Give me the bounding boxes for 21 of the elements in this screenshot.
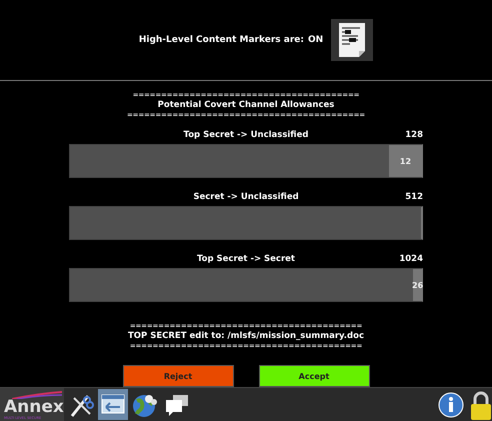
chat-bubbles-icon	[164, 392, 190, 416]
info-icon[interactable]	[438, 392, 464, 418]
channel-limit: 1024	[399, 254, 423, 264]
channel-limit: 512	[405, 192, 423, 202]
logo-text: Annex	[4, 398, 64, 416]
document-icon	[331, 19, 374, 61]
used-count: 26	[412, 280, 424, 290]
content-markers-label: High-Level Content Markers are:	[138, 35, 304, 45]
section-title: Potential Covert Channel Allowances	[158, 100, 334, 111]
content-markers-state: ON	[308, 35, 324, 45]
logo-swoosh-icon	[12, 391, 62, 399]
channel-label: Top Secret -> Secret	[196, 254, 295, 266]
window-arrow-icon	[100, 392, 126, 416]
channel-limit: 128	[405, 130, 423, 140]
edit-notice: TOP SECRET edit to: /mlsfs/mission_summary.doc	[128, 331, 364, 342]
channel-label: Top Secret -> Unclassified	[184, 130, 308, 142]
used-count: 12	[400, 156, 412, 166]
reject-button[interactable]: Reject	[122, 365, 234, 387]
channel-label: Secret -> Unclassified	[193, 192, 299, 204]
lock-icon[interactable]	[470, 390, 492, 420]
accept-button[interactable]: Accept	[258, 365, 370, 387]
